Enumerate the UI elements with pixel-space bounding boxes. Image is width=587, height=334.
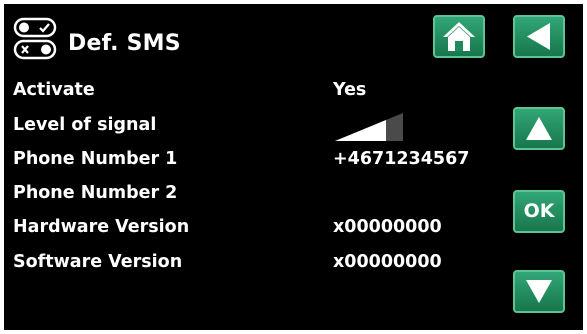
home-button[interactable] [433, 15, 485, 58]
sms-settings-icon [13, 17, 57, 60]
page-title: Def. SMS [68, 31, 181, 56]
row-label: Hardware Version [13, 217, 190, 237]
row-label: Phone Number 2 [13, 183, 178, 203]
ok-button-label: OK [523, 200, 555, 222]
scroll-down-button[interactable] [513, 270, 565, 313]
back-arrow-icon [527, 23, 550, 50]
row-value: Yes [333, 80, 367, 100]
row-label: Level of signal [13, 115, 157, 135]
row-value: x00000000 [333, 252, 442, 272]
row-label: Software Version [13, 252, 183, 272]
down-arrow-icon [526, 280, 552, 303]
row-value: x00000000 [333, 217, 442, 237]
list-item-software-version[interactable]: Software Version x00000000 [13, 252, 493, 282]
row-label: Activate [13, 80, 95, 100]
list-item-phone-number-2[interactable]: Phone Number 2 [13, 183, 493, 213]
list-item-phone-number-1[interactable]: Phone Number 1 +4671234567 [13, 149, 493, 179]
up-arrow-icon [526, 117, 552, 140]
row-value: +4671234567 [333, 149, 470, 169]
signal-strength-icon [335, 113, 403, 141]
display-screen: Def. SMS Activate Yes Level of signal Ph… [4, 4, 583, 330]
home-icon [443, 22, 475, 51]
list-item-level-of-signal[interactable]: Level of signal [13, 113, 493, 145]
ok-button[interactable]: OK [513, 190, 565, 233]
scroll-up-button[interactable] [513, 107, 565, 150]
list-item-hardware-version[interactable]: Hardware Version x00000000 [13, 217, 493, 247]
list-item-activate[interactable]: Activate Yes [13, 80, 493, 110]
back-button[interactable] [513, 15, 565, 58]
row-label: Phone Number 1 [13, 149, 178, 169]
